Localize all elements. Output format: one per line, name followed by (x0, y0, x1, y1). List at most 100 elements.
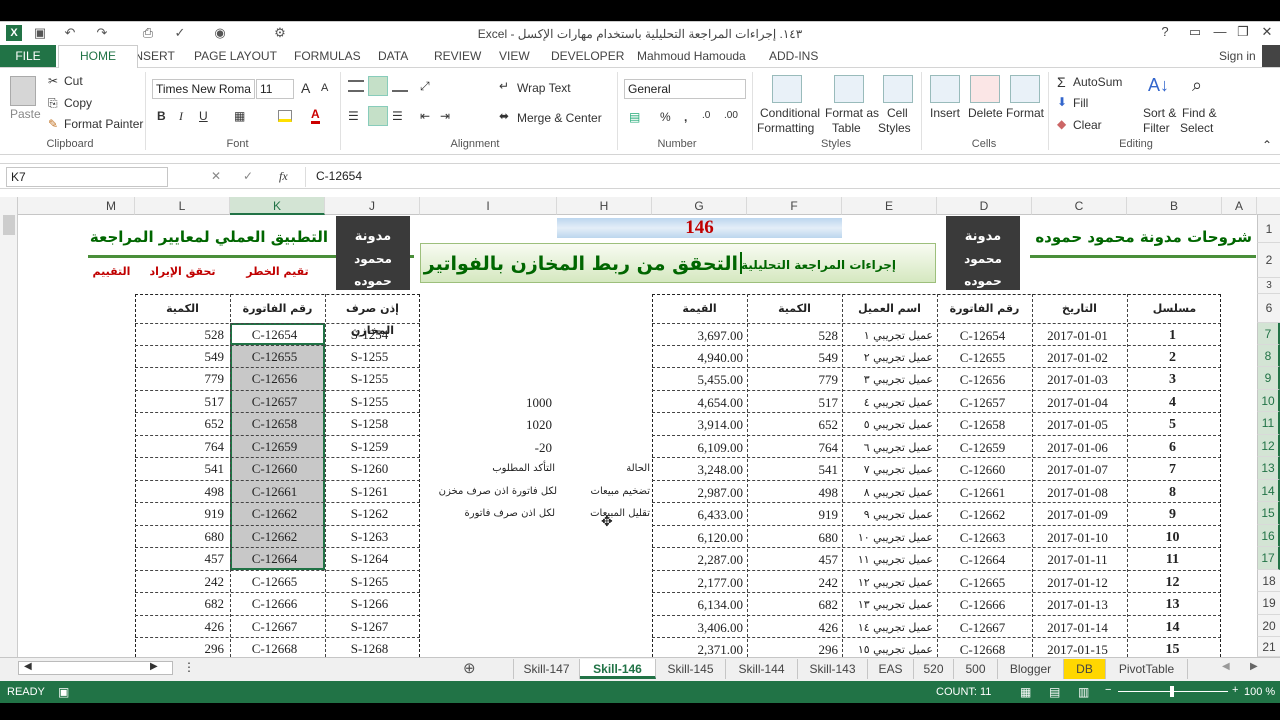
left-stock-issue-cell[interactable]: S-1265 (325, 571, 420, 593)
tab-review[interactable]: REVIEW (434, 49, 481, 63)
tab-scroll-left-icon[interactable]: ◀ (1222, 661, 1230, 672)
print-preview-icon[interactable]: ⎙ (140, 25, 156, 41)
row-header-19[interactable]: 19 (1257, 592, 1280, 615)
right-customer-name-cell[interactable]: عميل تجريبي ١٠ (842, 526, 937, 548)
clear-button[interactable]: Clear (1073, 118, 1102, 132)
insert-button[interactable]: Insert (930, 106, 960, 120)
zoom-out-icon[interactable]: − (1105, 684, 1111, 696)
page-layout-view-icon[interactable]: ▤ (1049, 685, 1060, 699)
left-header-quantity[interactable]: الكمية (135, 298, 230, 320)
right-quantity-cell[interactable]: 779 (747, 368, 842, 390)
fill-icon[interactable]: ⬇ (1057, 95, 1067, 109)
right-date-cell[interactable]: 2017-01-01 (1032, 324, 1127, 346)
autosum-button[interactable]: AutoSum (1073, 75, 1122, 89)
tab-home[interactable]: HOME (58, 45, 138, 68)
sheet-tab-500[interactable]: 500 (954, 659, 998, 679)
left-invoice-no-cell[interactable]: C-12664 (230, 548, 325, 570)
confirm-entry-icon[interactable]: ✓ (243, 169, 253, 183)
i13-required-label[interactable]: التأكد المطلوب (420, 458, 555, 480)
account-picture-icon[interactable] (1262, 45, 1280, 67)
accounting-format-icon[interactable]: ▤ (629, 110, 640, 124)
right-serial-cell[interactable]: 2 (1127, 346, 1222, 368)
delete-cells-icon[interactable] (970, 75, 1000, 103)
right-customer-name-cell[interactable]: عميل تجريبي ٩ (842, 503, 937, 525)
row-header-11[interactable]: 11 (1257, 412, 1280, 435)
sheet-tab-skill-147[interactable]: Skill-147 (513, 659, 580, 679)
zoom-in-icon[interactable]: + (1232, 684, 1238, 696)
right-quantity-cell[interactable]: 426 (747, 616, 842, 638)
right-header-serial[interactable]: مسلسل (1127, 298, 1222, 320)
right-invoice-no-cell[interactable]: C-12662 (937, 503, 1032, 525)
right-serial-cell[interactable]: 3 (1127, 368, 1222, 390)
copy-button[interactable]: Copy (64, 96, 92, 110)
sheet-tab-pivottable[interactable]: PivotTable (1106, 659, 1188, 679)
macro-record-icon[interactable]: ▣ (58, 685, 69, 699)
percent-button[interactable]: % (660, 110, 671, 124)
right-value-cell[interactable]: 6,134.00 (652, 593, 747, 615)
left-stock-issue-cell[interactable]: S-1262 (325, 503, 420, 525)
right-quantity-cell[interactable]: 919 (747, 503, 842, 525)
increase-font-icon[interactable]: A (301, 80, 310, 96)
right-quantity-cell[interactable]: 242 (747, 571, 842, 593)
italic-button[interactable]: I (179, 109, 183, 124)
zoom-level[interactable]: 100 % (1244, 686, 1275, 698)
left-header-invoice-no[interactable]: رقم الفاتورة (230, 298, 325, 320)
select-all-corner[interactable] (1257, 197, 1280, 215)
row-header-21[interactable]: 21 (1257, 637, 1280, 657)
right-serial-cell[interactable]: 4 (1127, 391, 1222, 413)
tab-view[interactable]: VIEW (499, 49, 530, 63)
scroll-right-icon[interactable]: ▶ (150, 661, 158, 672)
sheet-tab-skill-146[interactable]: Skill-146 (580, 659, 656, 679)
tab-page-layout[interactable]: PAGE LAYOUT (194, 49, 277, 63)
right-value-cell[interactable]: 6,109.00 (652, 436, 747, 458)
redo-icon[interactable]: ↷ (94, 25, 110, 41)
right-header-quantity[interactable]: الكمية (747, 298, 842, 320)
collapse-ribbon-icon[interactable]: ⌃ (1262, 138, 1272, 152)
right-quantity-cell[interactable]: 528 (747, 324, 842, 346)
right-value-cell[interactable]: 6,120.00 (652, 526, 747, 548)
left-invoice-no-cell[interactable]: C-12662 (230, 526, 325, 548)
right-date-cell[interactable]: 2017-01-09 (1032, 503, 1127, 525)
sheet-tab-520[interactable]: 520 (914, 659, 954, 679)
right-value-cell[interactable]: 3,914.00 (652, 413, 747, 435)
right-value-cell[interactable]: 5,455.00 (652, 368, 747, 390)
sign-in-link[interactable]: Sign in (1219, 49, 1256, 63)
right-serial-cell[interactable]: 13 (1127, 593, 1222, 615)
left-invoice-no-cell[interactable]: C-12661 (230, 481, 325, 503)
column-header-a[interactable]: A (1222, 197, 1257, 215)
left-quantity-cell[interactable]: 764 (135, 436, 230, 458)
right-quantity-cell[interactable]: 541 (747, 458, 842, 480)
right-invoice-no-cell[interactable]: C-12659 (937, 436, 1032, 458)
right-date-cell[interactable]: 2017-01-14 (1032, 616, 1127, 638)
right-quantity-cell[interactable]: 457 (747, 548, 842, 570)
left-quantity-cell[interactable]: 682 (135, 593, 230, 615)
tab-data[interactable]: DATA (378, 49, 408, 63)
spelling-icon[interactable]: ✓ (172, 25, 188, 41)
left-quantity-cell[interactable]: 680 (135, 526, 230, 548)
format-as-table-button[interactable]: Format as (825, 106, 879, 120)
find-select-icon[interactable]: ⌕ (1192, 75, 1202, 96)
tab-file[interactable]: FILE (0, 45, 56, 67)
left-quantity-cell[interactable]: 549 (135, 346, 230, 368)
column-header-l[interactable]: L (135, 197, 230, 215)
left-stock-issue-cell[interactable]: S-1266 (325, 593, 420, 615)
left-stock-issue-cell[interactable]: S-1258 (325, 413, 420, 435)
right-date-cell[interactable]: 2017-01-05 (1032, 413, 1127, 435)
column-header-k[interactable]: K (230, 197, 325, 215)
sheet-tab-skill-144[interactable]: Skill-144 (726, 659, 798, 679)
right-customer-name-cell[interactable]: عميل تجريبي ٦ (842, 436, 937, 458)
right-invoice-no-cell[interactable]: C-12664 (937, 548, 1032, 570)
right-invoice-no-cell[interactable]: C-12667 (937, 616, 1032, 638)
right-customer-name-cell[interactable]: عميل تجريبي ١٣ (842, 593, 937, 615)
scroll-left-icon[interactable]: ◀ (24, 661, 32, 672)
decrease-decimal-icon[interactable]: .00 (724, 110, 738, 121)
right-invoice-no-cell[interactable]: C-12657 (937, 391, 1032, 413)
sort-filter-button[interactable]: Sort & (1143, 106, 1176, 120)
tab-formulas[interactable]: FORMULAS (294, 49, 361, 63)
right-customer-name-cell[interactable]: عميل تجريبي ١٢ (842, 571, 937, 593)
right-invoice-no-cell[interactable]: C-12655 (937, 346, 1032, 368)
column-header-e[interactable]: E (842, 197, 937, 215)
right-date-cell[interactable]: 2017-01-02 (1032, 346, 1127, 368)
row-header-6[interactable]: 6 (1257, 294, 1280, 323)
vertical-scrollbar[interactable] (0, 197, 18, 657)
